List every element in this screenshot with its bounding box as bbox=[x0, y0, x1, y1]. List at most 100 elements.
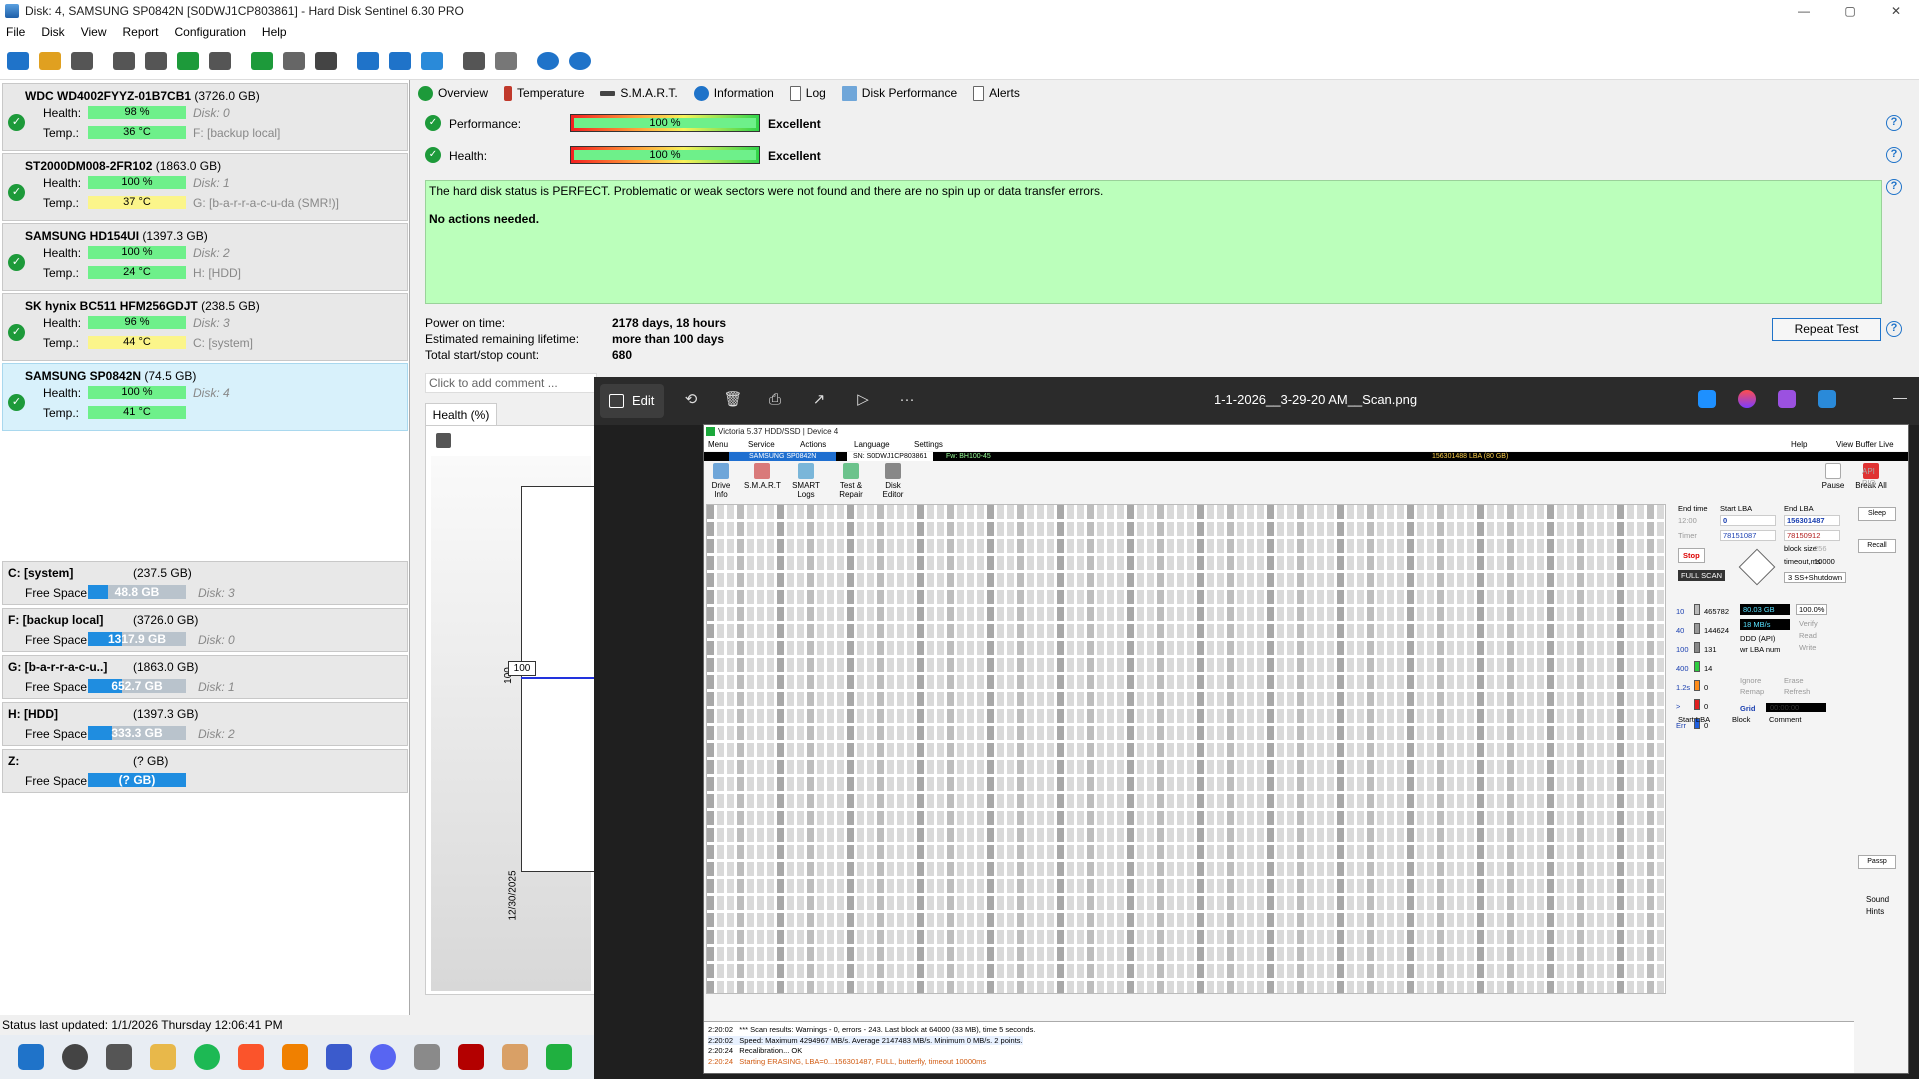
vlc-icon[interactable] bbox=[282, 1044, 308, 1070]
victoria-timeout: 10000 bbox=[1814, 557, 1835, 566]
menu-configuration[interactable]: Configuration bbox=[175, 25, 246, 39]
free-space-value: (? GB) bbox=[118, 773, 156, 787]
victoria-log-line: 2:20:24 Recalibration... OK bbox=[708, 1046, 802, 1055]
disk-card[interactable]: SK hynix BC511 HFM256GDJT (238.5 GB) ✓ Hea… bbox=[2, 293, 408, 361]
volume-card[interactable]: Z: (? GB) Free Space (? GB) bbox=[2, 749, 408, 793]
volume-card[interactable]: F: [backup local] (3726.0 GB) Free Space 13… bbox=[2, 608, 408, 652]
victoria-speed: 18 MB/s bbox=[1740, 619, 1790, 630]
app-icon-4[interactable] bbox=[1818, 390, 1836, 408]
volume-card[interactable]: H: [HDD] (1397.3 GB) Free Space 333.3 GB Dis… bbox=[2, 702, 408, 746]
rotate-icon[interactable]: ⟲ bbox=[680, 389, 702, 411]
victoria-firmware: Fw: BH100-45 bbox=[946, 453, 991, 460]
tab-log[interactable]: Log bbox=[789, 85, 826, 101]
tab-information[interactable]: Information bbox=[693, 85, 774, 101]
disk-extended-test-icon[interactable] bbox=[142, 47, 170, 75]
menu-file[interactable]: File bbox=[6, 25, 25, 39]
disk-card[interactable]: SAMSUNG SP0842N (74.5 GB) ✓ Health: 100 % Di… bbox=[2, 363, 408, 431]
more-icon[interactable]: ··· bbox=[896, 389, 918, 411]
file-explorer-icon[interactable] bbox=[150, 1044, 176, 1070]
help-icon[interactable]: ? bbox=[1886, 115, 1902, 131]
app-icon-2[interactable] bbox=[1738, 390, 1756, 408]
volume-card[interactable]: C: [system] (237.5 GB) Free Space 48.8 GB Di… bbox=[2, 561, 408, 605]
x-tick-label: 12/30/2025 bbox=[507, 870, 519, 921]
help-icon[interactable]: ? bbox=[1886, 321, 1902, 337]
avatar-icon[interactable] bbox=[502, 1044, 528, 1070]
tab-overview[interactable]: Overview bbox=[418, 85, 488, 101]
server-icon[interactable] bbox=[312, 47, 340, 75]
share-icon[interactable]: ↗ bbox=[808, 389, 830, 411]
network-icon[interactable] bbox=[418, 47, 446, 75]
app-icon-1[interactable] bbox=[1698, 390, 1716, 408]
menu-disk[interactable]: Disk bbox=[41, 25, 64, 39]
disk-card[interactable]: WDC WD4002FYYZ-01B7CB1 (3726.0 GB) ✓ Healt… bbox=[2, 83, 408, 151]
disk-list-icon[interactable] bbox=[68, 47, 96, 75]
toolbar-glyph bbox=[209, 51, 231, 70]
disk-model: SAMSUNG HD154UI bbox=[25, 229, 140, 243]
refresh-icon[interactable] bbox=[4, 47, 32, 75]
disk-short-test-icon[interactable] bbox=[110, 47, 138, 75]
plus-app-icon[interactable] bbox=[546, 1044, 572, 1070]
check-icon: ✓ bbox=[8, 394, 25, 411]
viewer-minimize-button[interactable]: — bbox=[1893, 389, 1907, 405]
start-icon[interactable] bbox=[18, 1044, 44, 1070]
disk-name: SK hynix BC511 HFM256GDJT (238.5 GB) bbox=[25, 299, 260, 313]
volume-card[interactable]: G: [b-a-r-r-a-c-u..] (1863.0 GB) Free Spac… bbox=[2, 655, 408, 699]
victoria-side-buttons: API PIO Sleep Recall Passp Sound Hints bbox=[1856, 465, 1908, 1065]
maximize-button[interactable]: ▢ bbox=[1827, 0, 1873, 22]
victoria-menu-item: Service bbox=[748, 440, 775, 449]
menu-report[interactable]: Report bbox=[122, 25, 158, 39]
disk-card[interactable]: SAMSUNG HD154UI (1397.3 GB) ✓ Health: 100 %… bbox=[2, 223, 408, 291]
alert-settings-icon[interactable] bbox=[492, 47, 520, 75]
tab-temperature[interactable]: Temperature bbox=[504, 85, 584, 101]
victoria-counter-swatch bbox=[1694, 604, 1700, 615]
minimize-button[interactable]: — bbox=[1781, 0, 1827, 22]
spotify-icon[interactable] bbox=[194, 1044, 220, 1070]
headset-icon[interactable] bbox=[326, 1044, 352, 1070]
scanner-icon[interactable] bbox=[280, 47, 308, 75]
disk-card[interactable]: ST2000DM008-2FR102 (1863.0 GB) ✓ Health: 10… bbox=[2, 153, 408, 221]
menu-view[interactable]: View bbox=[81, 25, 107, 39]
edit-button[interactable]: Edit bbox=[600, 384, 664, 418]
info-icon[interactable] bbox=[566, 47, 594, 75]
menu-help[interactable]: Help bbox=[262, 25, 287, 39]
search-icon[interactable] bbox=[62, 1044, 88, 1070]
toolbar-glyph bbox=[113, 51, 135, 70]
taskview-icon[interactable] bbox=[106, 1044, 132, 1070]
tab-alerts[interactable]: Alerts bbox=[973, 85, 1020, 101]
discord-icon[interactable] bbox=[370, 1044, 396, 1070]
help-icon[interactable]: ? bbox=[1886, 179, 1902, 195]
print-icon[interactable]: ⎙ bbox=[764, 389, 786, 411]
victoria-write-option: Write bbox=[1799, 643, 1817, 652]
check-icon: ✓ bbox=[425, 147, 441, 163]
slideshow-icon[interactable]: ▷ bbox=[852, 389, 874, 411]
delete-icon[interactable]: 🗑 bbox=[722, 389, 744, 411]
save-icon[interactable] bbox=[436, 433, 451, 448]
email-icon[interactable] bbox=[386, 47, 414, 75]
comment-input[interactable]: Click to add comment ... bbox=[425, 373, 597, 393]
help-icon[interactable] bbox=[534, 47, 562, 75]
globe-icon[interactable] bbox=[248, 47, 276, 75]
filezilla-icon[interactable] bbox=[458, 1044, 484, 1070]
health-label: Health: bbox=[43, 176, 82, 190]
free-space-bar: 48.8 GB bbox=[88, 585, 186, 599]
settings-icon[interactable] bbox=[460, 47, 488, 75]
help-icon[interactable]: ? bbox=[1886, 147, 1902, 163]
report-icon[interactable] bbox=[354, 47, 382, 75]
refresh-warning-icon[interactable] bbox=[36, 47, 64, 75]
tab-health-chart[interactable]: Health (%) bbox=[425, 403, 497, 425]
victoria-lba-num-option: wr LBA num bbox=[1740, 645, 1781, 654]
disk-ok-icon[interactable] bbox=[174, 47, 202, 75]
free-space-label: Free Space bbox=[25, 680, 88, 694]
tab-disk-performance[interactable]: Disk Performance bbox=[841, 85, 957, 101]
tab-smart[interactable]: S.M.A.R.T. bbox=[600, 86, 678, 100]
power-on-value: 2178 days, 18 hours bbox=[612, 316, 727, 330]
hdsentinel-icon[interactable] bbox=[414, 1044, 440, 1070]
repeat-test-button[interactable]: Repeat Test bbox=[1772, 318, 1881, 341]
brave-icon[interactable] bbox=[238, 1044, 264, 1070]
toolbar-glyph bbox=[569, 51, 591, 70]
window-controls: — ▢ ✕ bbox=[1781, 0, 1919, 22]
disk-test-icon[interactable] bbox=[206, 47, 234, 75]
close-button[interactable]: ✕ bbox=[1873, 0, 1919, 22]
victoria-api-option: API bbox=[1862, 467, 1875, 476]
app-icon-3[interactable] bbox=[1778, 390, 1796, 408]
